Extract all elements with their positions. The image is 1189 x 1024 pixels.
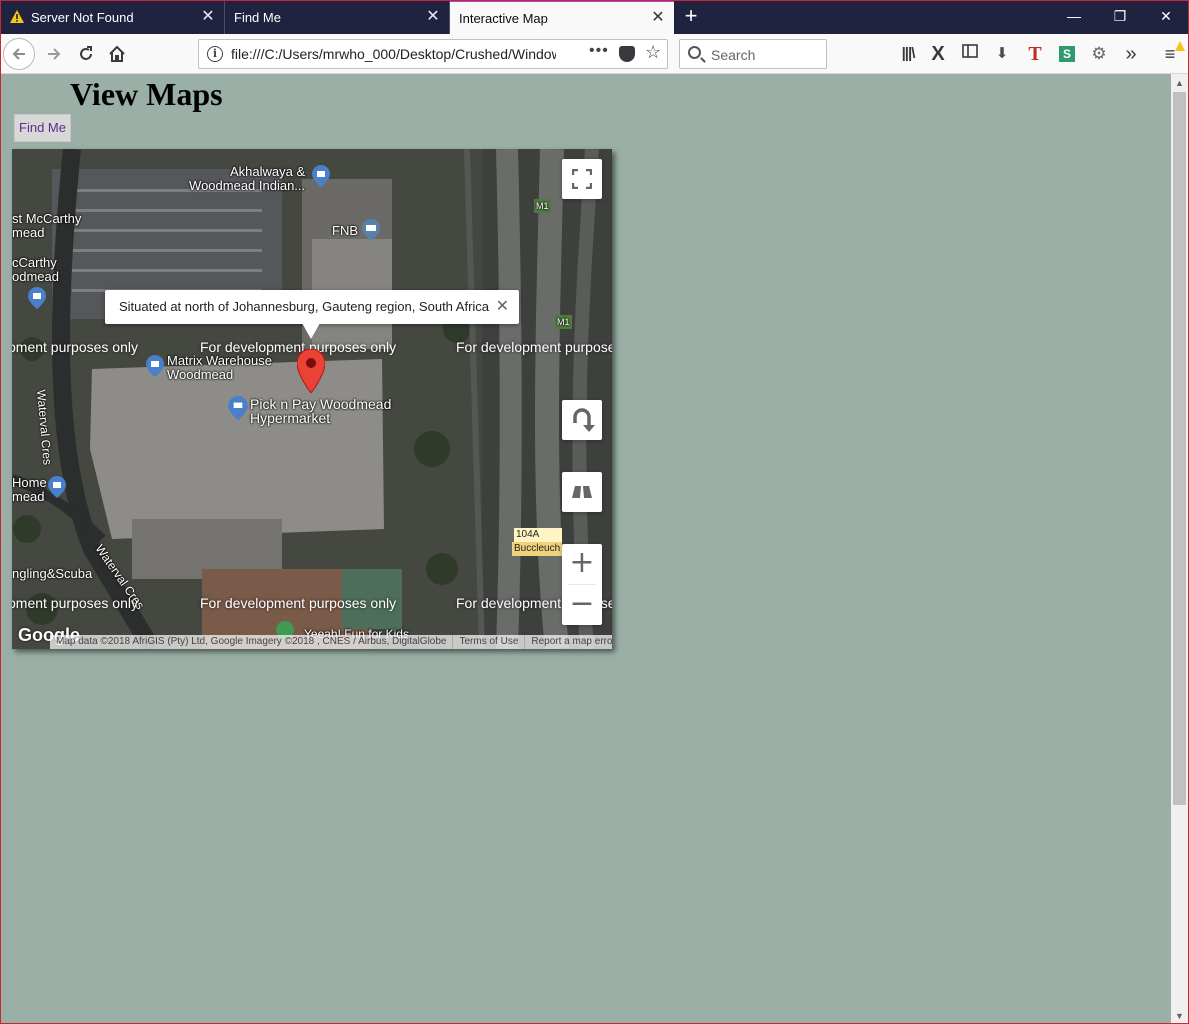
route-shield: M1 bbox=[534, 199, 551, 213]
search-placeholder: Search bbox=[711, 47, 756, 63]
poi-label: ngling&Scuba bbox=[12, 566, 93, 581]
shopping-pin-icon[interactable] bbox=[48, 476, 66, 498]
rotate-button[interactable] bbox=[562, 400, 602, 440]
scroll-down-icon[interactable]: ▼ bbox=[1175, 1011, 1184, 1021]
poi-label: FNB bbox=[332, 223, 358, 238]
close-tab-icon[interactable]: ✕ bbox=[425, 8, 441, 26]
scroll-up-icon[interactable]: ▲ bbox=[1175, 78, 1184, 88]
tab-title: Server Not Found bbox=[31, 10, 134, 25]
poi-label: cCarthy odmead bbox=[12, 255, 59, 284]
info-window-tail bbox=[302, 323, 320, 339]
reload-button[interactable] bbox=[70, 38, 102, 70]
forward-button[interactable] bbox=[38, 38, 70, 70]
new-tab-button[interactable]: + bbox=[680, 5, 702, 28]
page-title: View Maps bbox=[70, 76, 223, 112]
home-button[interactable] bbox=[101, 38, 133, 70]
poi-label: Pick n Pay Woodmead Hypermarket bbox=[250, 396, 392, 426]
x-extension-icon[interactable]: X bbox=[927, 43, 949, 65]
update-warning-icon bbox=[1175, 38, 1185, 51]
rotate-icon bbox=[573, 408, 595, 432]
dev-watermark: oment purposes only bbox=[12, 339, 138, 355]
report-map-error-link[interactable]: Report a map error bbox=[524, 635, 612, 649]
back-arrow-icon bbox=[12, 48, 25, 60]
info-window: Situated at north of Johannesburg, Gaute… bbox=[105, 290, 519, 339]
pocket-icon[interactable] bbox=[619, 46, 635, 62]
fullscreen-button[interactable] bbox=[562, 159, 602, 199]
info-icon[interactable]: i bbox=[207, 46, 223, 62]
shopping-pin-icon[interactable] bbox=[312, 165, 330, 187]
search-icon bbox=[688, 46, 701, 59]
fullscreen-icon bbox=[572, 169, 592, 189]
zoom-control: + − bbox=[562, 544, 602, 625]
close-window-button[interactable]: ✕ bbox=[1156, 6, 1176, 26]
shopping-pin-icon[interactable] bbox=[28, 287, 46, 309]
page-actions-icon[interactable]: ••• bbox=[589, 42, 609, 60]
t-extension-icon[interactable]: T bbox=[1024, 43, 1046, 65]
tab-find-me[interactable]: Find Me ✕ bbox=[225, 1, 450, 34]
s-extension-icon[interactable]: S bbox=[1056, 43, 1078, 65]
map-data-credit: Map data ©2018 AfriGIS (Pty) Ltd, Google… bbox=[56, 636, 447, 647]
settings-extension-icon[interactable]: ⚙ bbox=[1088, 43, 1110, 65]
zoom-out-button[interactable]: − bbox=[562, 585, 602, 625]
map-container[interactable]: Akhalwaya & Woodmead Indian... FNB st McC… bbox=[12, 149, 612, 649]
search-input[interactable]: Search bbox=[679, 39, 827, 69]
close-tab-icon[interactable]: ✕ bbox=[650, 9, 666, 27]
minimize-button[interactable]: — bbox=[1064, 6, 1084, 26]
close-icon[interactable]: ✕ bbox=[496, 296, 509, 316]
poi-label: Matrix Warehouse Woodmead bbox=[167, 353, 272, 382]
reader-icon[interactable] bbox=[959, 43, 981, 65]
tab-interactive-map[interactable]: Interactive Map ✕ bbox=[450, 0, 674, 34]
find-me-button[interactable]: Find Me bbox=[14, 114, 71, 142]
dev-watermark: For development purposes only bbox=[200, 595, 397, 611]
dev-watermark: oment purposes only bbox=[12, 595, 138, 611]
reload-icon bbox=[80, 46, 92, 60]
url-text[interactable]: file:///C:/Users/mrwho_000/Desktop/Crush… bbox=[231, 46, 556, 62]
location-marker-icon[interactable] bbox=[297, 349, 325, 393]
zoom-in-button[interactable]: + bbox=[562, 544, 602, 584]
exit-label: 104A Buccleuch bbox=[512, 528, 563, 556]
tab-title: Interactive Map bbox=[459, 11, 548, 26]
tilt-icon bbox=[572, 486, 592, 498]
map-attribution: Map data ©2018 AfriGIS (Pty) Ltd, Google… bbox=[50, 635, 612, 649]
bookmark-star-icon[interactable]: ☆ bbox=[645, 42, 661, 63]
download-icon[interactable]: ⬇ bbox=[991, 43, 1013, 65]
home-icon bbox=[109, 45, 125, 62]
tab-strip: Server Not Found ✕ Find Me ✕ Interactive… bbox=[0, 0, 1189, 34]
url-bar[interactable]: i file:///C:/Users/mrwho_000/Desktop/Cru… bbox=[198, 39, 668, 69]
nav-toolbar: i file:///C:/Users/mrwho_000/Desktop/Cru… bbox=[0, 34, 1189, 74]
overflow-icon[interactable]: » bbox=[1120, 43, 1142, 65]
poi-label: Akhalwaya & Woodmead Indian... bbox=[189, 164, 306, 193]
poi-label: Home mead bbox=[12, 475, 47, 504]
dev-watermark: For development purpose bbox=[456, 339, 612, 355]
route-shield: M1 bbox=[555, 315, 572, 329]
tab-title: Find Me bbox=[234, 10, 281, 25]
back-button[interactable] bbox=[3, 38, 35, 70]
terms-of-use-link[interactable]: Terms of Use bbox=[452, 635, 524, 649]
info-window-text: Situated at north of Johannesburg, Gaute… bbox=[119, 299, 490, 314]
warning-icon bbox=[10, 10, 24, 23]
scroll-thumb[interactable] bbox=[1173, 92, 1186, 805]
library-icon[interactable]: |||\ bbox=[897, 43, 919, 65]
shopping-pin-icon[interactable] bbox=[146, 355, 164, 377]
tilt-button[interactable] bbox=[562, 472, 602, 512]
poi-label: st McCarthy mead bbox=[12, 211, 82, 240]
vertical-scrollbar[interactable]: ▲ ▼ bbox=[1171, 74, 1188, 1023]
restore-button[interactable]: ❐ bbox=[1110, 6, 1130, 26]
bank-pin-icon[interactable] bbox=[362, 219, 380, 241]
forward-arrow-icon bbox=[48, 48, 61, 60]
shopping-cart-pin-icon[interactable] bbox=[228, 396, 248, 420]
tab-server-not-found[interactable]: Server Not Found ✕ bbox=[0, 1, 225, 34]
close-tab-icon[interactable]: ✕ bbox=[200, 8, 216, 26]
